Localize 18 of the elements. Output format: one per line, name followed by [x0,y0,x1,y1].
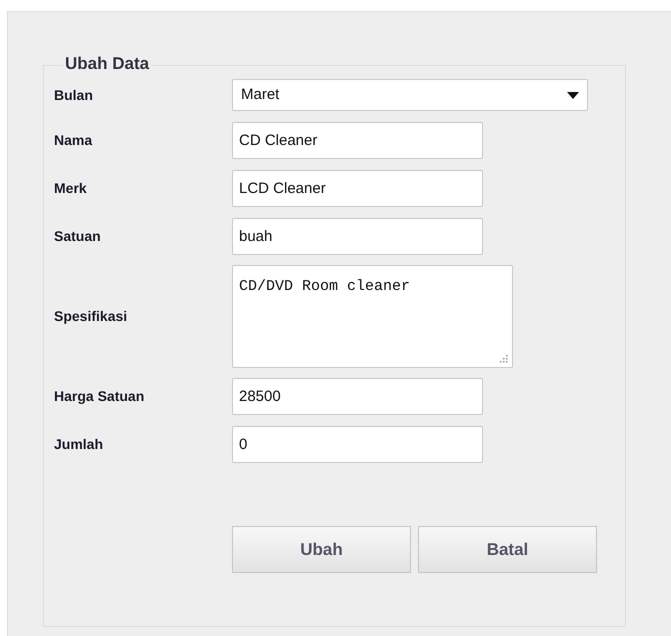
action-button[interactable]: Batal [418,526,597,573]
text-field[interactable]: 28500 [232,378,483,414]
field-label: Bulan [54,86,94,104]
month-dropdown[interactable]: Maret [232,79,588,111]
field-label: Merk [54,178,88,198]
field-label: Harga Satuan [54,386,146,406]
action-button[interactable]: Ubah [232,526,411,573]
text-field[interactable]: LCD Cleaner [232,170,483,206]
field-label: Nama [54,130,94,150]
text-field[interactable]: buah [232,218,483,254]
caret-down-icon [567,92,579,98]
field-label: Spesifikasi [54,306,128,326]
field-label: Jumlah [54,434,104,454]
text-field[interactable]: 0 [232,426,483,462]
resize-grip-icon [500,354,508,362]
textarea-field[interactable]: CD/DVD Room cleaner [232,264,513,368]
text-field[interactable]: CD Cleaner [232,122,483,158]
field-label: Satuan [54,226,102,246]
